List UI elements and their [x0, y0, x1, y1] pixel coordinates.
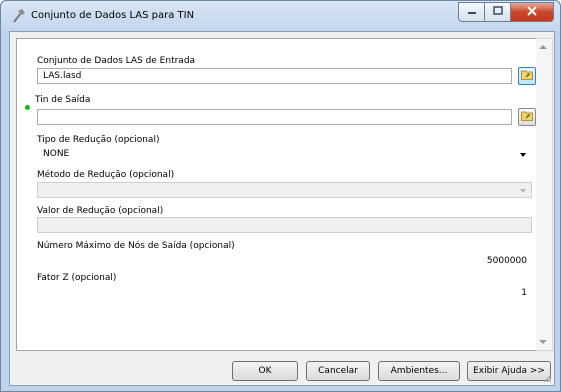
window-title: Conjunto de Dados LAS para TIN: [31, 10, 195, 21]
thinning-type-value: NONE: [43, 149, 70, 159]
thinning-method-label: Método de Redução (opcional): [37, 170, 175, 180]
resize-grip-icon[interactable]: [542, 373, 552, 383]
vertical-scrollbar[interactable]: [536, 38, 553, 351]
input-dataset-field[interactable]: LAS.lasd: [37, 68, 512, 84]
environments-button[interactable]: Ambientes...: [378, 361, 460, 381]
z-factor-label: Fator Z (opcional): [37, 273, 117, 283]
thinning-type-select[interactable]: NONE: [37, 146, 532, 162]
scroll-down-icon[interactable]: [539, 340, 547, 344]
chevron-down-icon: [520, 189, 526, 193]
max-nodes-field[interactable]: 5000000: [37, 253, 532, 269]
output-tin-field[interactable]: [37, 109, 512, 125]
maximize-button[interactable]: [485, 2, 511, 22]
minimize-button[interactable]: [458, 2, 485, 22]
dialog-window: Conjunto de Dados LAS para TIN Conjunto …: [0, 0, 561, 392]
close-icon: [527, 5, 537, 19]
thinning-value-field[interactable]: [37, 217, 532, 233]
minimize-icon: [467, 7, 477, 18]
browse-input-button[interactable]: [518, 67, 536, 85]
z-factor-field[interactable]: 1: [37, 285, 532, 301]
browse-output-button[interactable]: [518, 108, 536, 126]
input-dataset-label: Conjunto de Dados LAS de Entrada: [37, 56, 196, 66]
close-button[interactable]: [511, 2, 554, 22]
ok-button[interactable]: OK: [232, 361, 298, 381]
maximize-icon: [492, 6, 503, 18]
cancel-button[interactable]: Cancelar: [306, 361, 370, 381]
max-nodes-label: Número Máximo de Nós de Saída (opcional): [37, 241, 235, 251]
parameters-panel: Conjunto de Dados LAS de Entrada LAS.las…: [16, 38, 537, 351]
thinning-method-select[interactable]: [37, 182, 532, 198]
scroll-up-icon[interactable]: [539, 45, 547, 49]
folder-open-icon: [520, 69, 534, 83]
title-bar[interactable]: Conjunto de Dados LAS para TIN: [1, 1, 560, 31]
window-controls: [458, 2, 554, 22]
required-indicator-icon: [25, 105, 30, 110]
dialog-body: Conjunto de Dados LAS de Entrada LAS.las…: [9, 31, 555, 386]
thinning-type-label: Tipo de Redução (opcional): [37, 135, 160, 145]
show-help-button[interactable]: Exibir Ajuda >>: [467, 361, 551, 381]
thinning-value-label: Valor de Redução (opcional): [37, 206, 164, 216]
folder-open-icon: [520, 110, 534, 124]
hammer-icon: [10, 8, 26, 24]
chevron-down-icon: [520, 153, 526, 157]
output-tin-label: Tin de Saída: [35, 95, 91, 105]
